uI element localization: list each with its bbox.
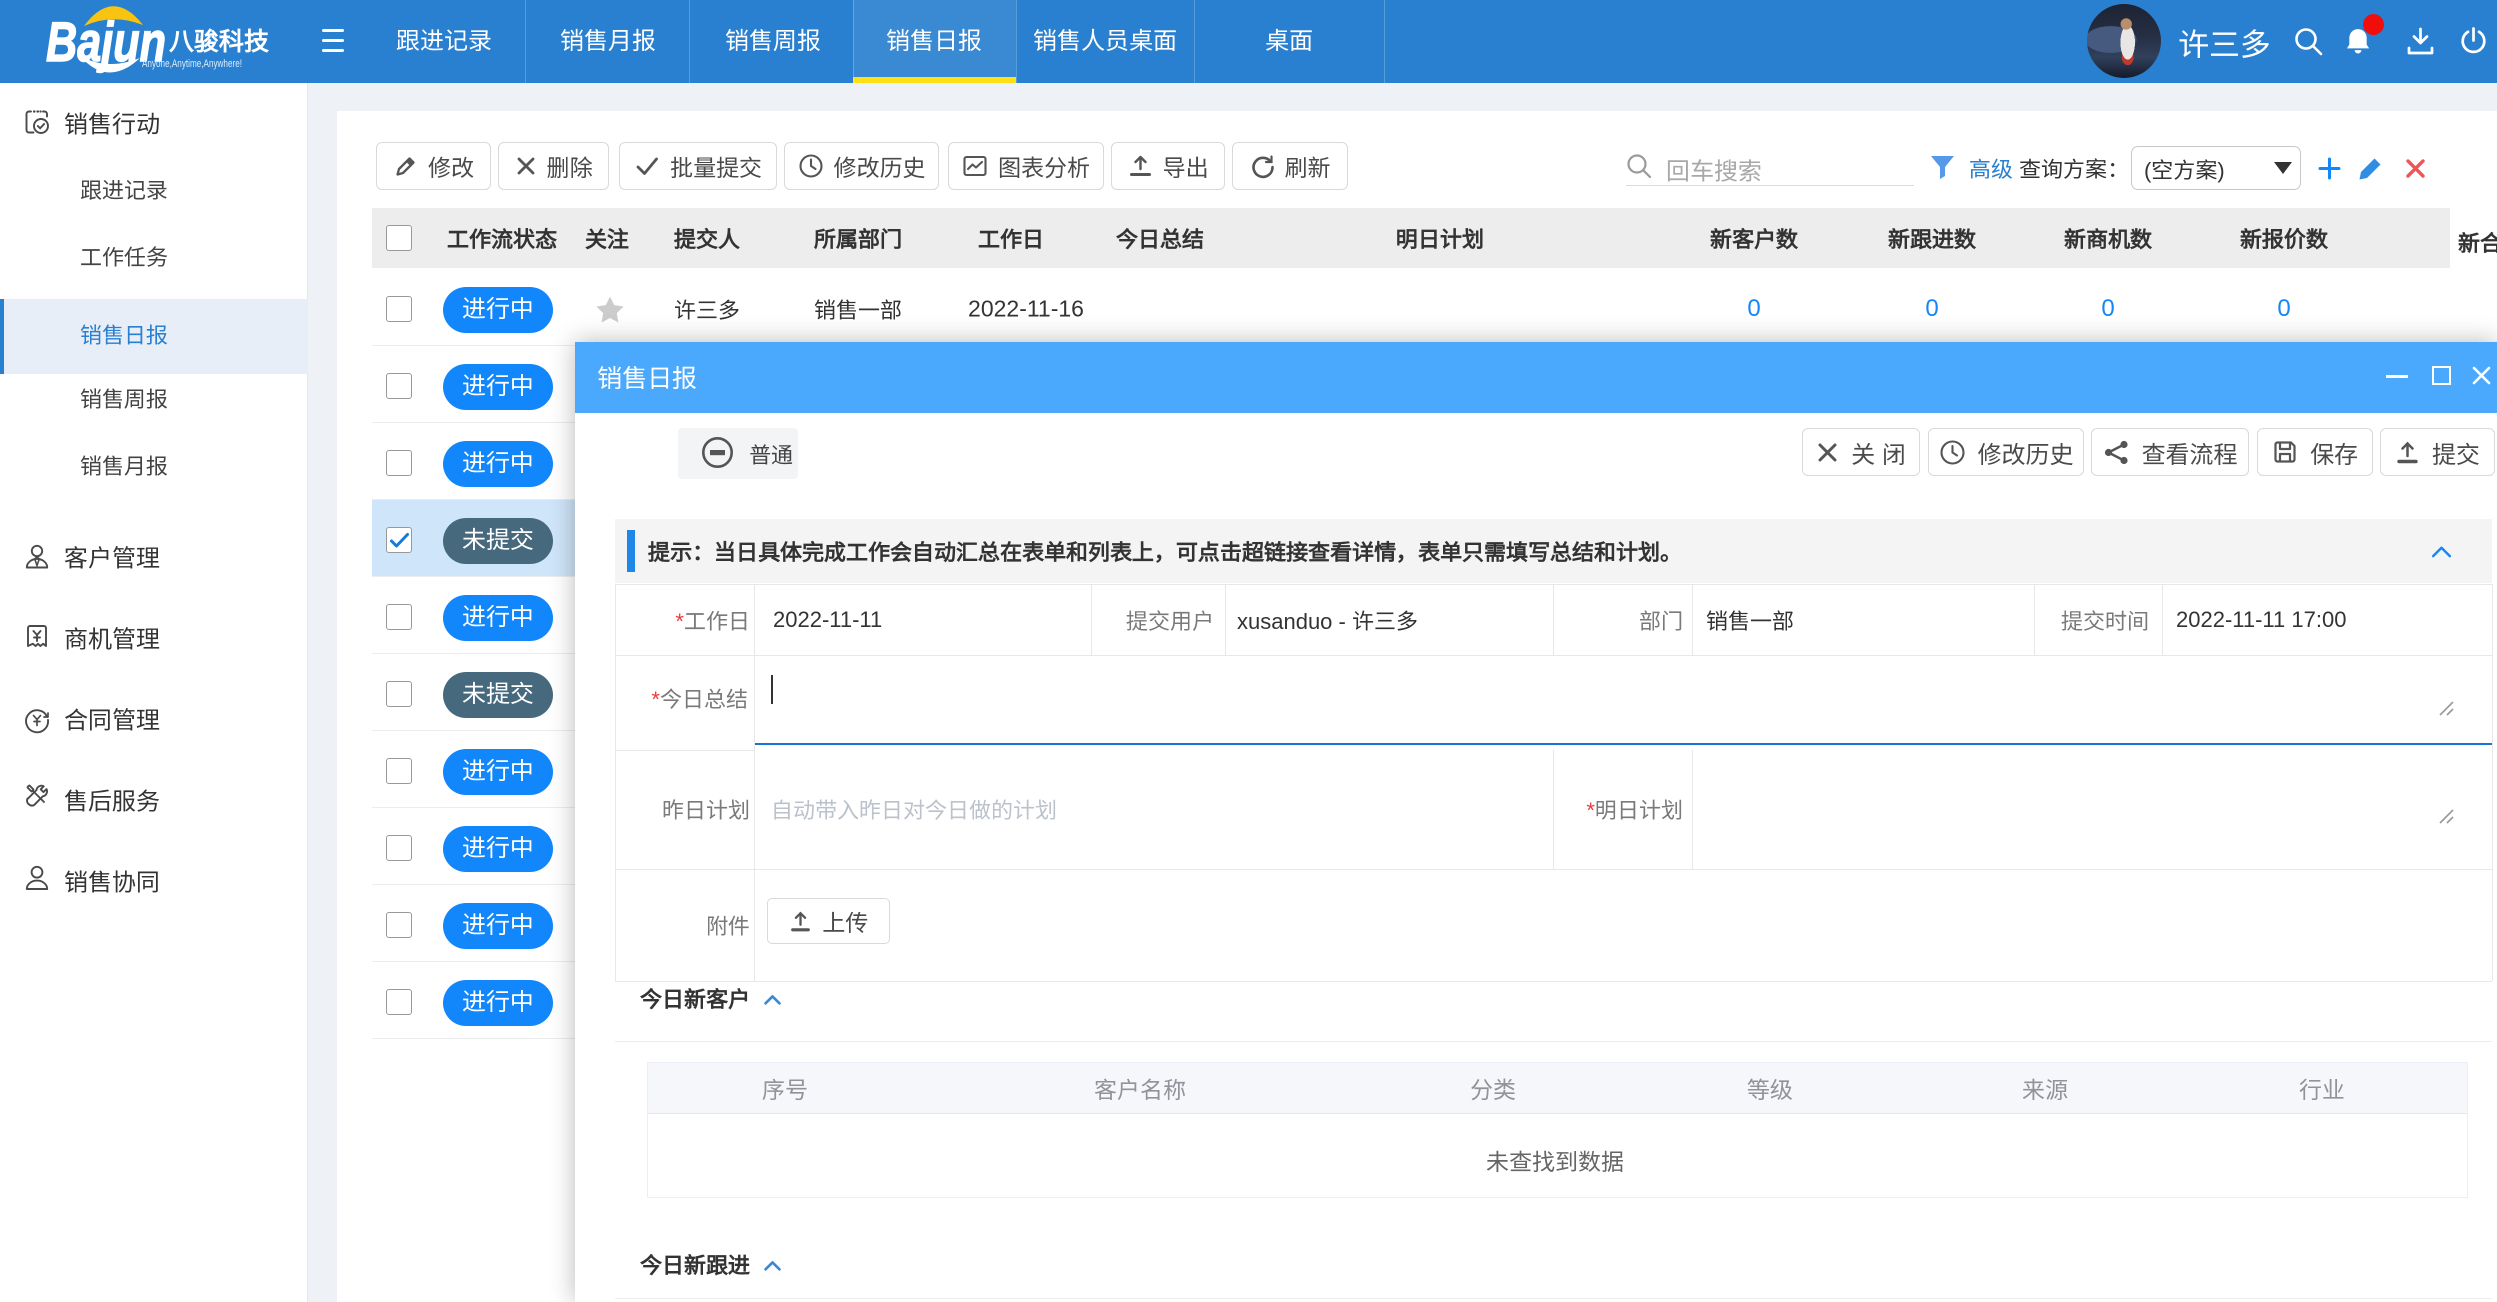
svg-text:八骏科技: 八骏科技	[169, 28, 269, 56]
svg-text:Anyone,Anytime,Anywhere!: Anyone,Anytime,Anywhere!	[142, 58, 242, 70]
